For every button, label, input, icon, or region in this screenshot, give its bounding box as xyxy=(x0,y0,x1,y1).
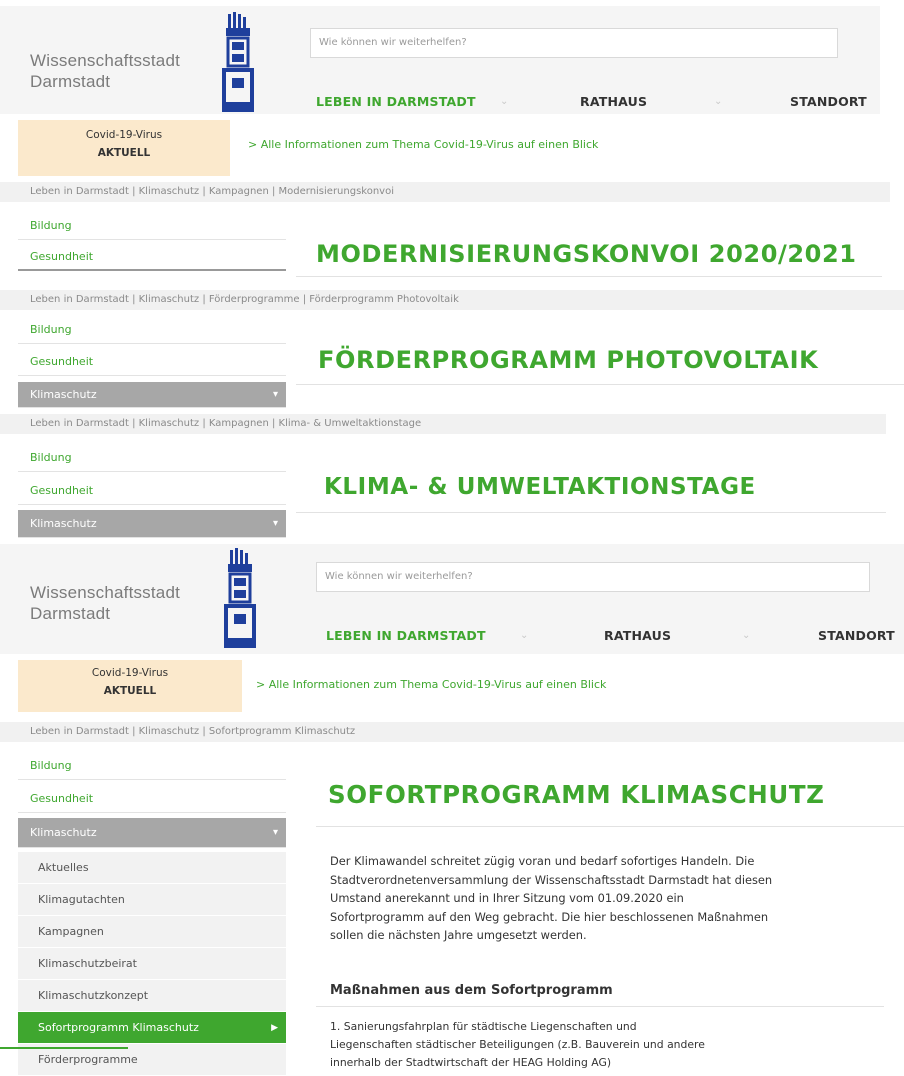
divider xyxy=(296,384,904,385)
chevron-down-icon: ▾ xyxy=(272,389,278,400)
page-title: KLIMA- & UMWELTAKTIONSTAGE xyxy=(324,474,756,500)
sidebar-subitem-aktuelles[interactable]: Aktuelles xyxy=(18,852,286,884)
search-input[interactable]: Wie können wir weiterhelfen? xyxy=(310,28,838,58)
darmstadt-tower-logo[interactable] xyxy=(222,548,258,654)
covid-label-line-2: AKTUELL xyxy=(97,147,151,159)
brand-line-2: Darmstadt xyxy=(30,604,111,623)
sidebar-subitem-klimaschutzkonzept[interactable]: Klimaschutzkonzept xyxy=(18,980,286,1012)
divider xyxy=(296,276,882,277)
page-title: MODERNISIERUNGSKONVOI 2020/2021 xyxy=(316,240,857,268)
chevron-down-icon: ▾ xyxy=(272,827,278,838)
section-heading: Maßnahmen aus dem Sofortprogramm xyxy=(330,983,613,998)
header-panel-bottom: Wissenschaftsstadt Darmstadt Wie können … xyxy=(0,544,904,654)
chevron-down-icon: ⌄ xyxy=(520,630,529,641)
covid-label[interactable]: Covid-19-Virus AKTUELL xyxy=(18,660,242,712)
brand-line-1: Wissenschaftsstadt xyxy=(30,583,181,602)
chevron-down-icon: ⌄ xyxy=(714,96,723,107)
nav-rathaus[interactable]: RATHAUS xyxy=(580,94,647,109)
page-title: SOFORTPROGRAMM KLIMASCHUTZ xyxy=(328,780,825,809)
breadcrumb[interactable]: Leben in Darmstadt | Klimaschutz | Sofor… xyxy=(0,722,904,742)
covid-info-link[interactable]: > Alle Informationen zum Thema Covid-19-… xyxy=(256,678,606,691)
nav-standort[interactable]: STANDORT xyxy=(818,628,895,643)
brand-wordmark[interactable]: Wissenschaftsstadt Darmstadt xyxy=(30,50,180,92)
nav-leben-in-darmstadt[interactable]: LEBEN IN DARMSTADT xyxy=(316,94,476,109)
sidebar-item-bildung[interactable]: Bildung xyxy=(18,316,286,344)
accent-line xyxy=(0,1047,128,1049)
sidebar-subitem-klimagutachten[interactable]: Klimagutachten xyxy=(18,884,286,916)
text-line: Liegenschaften städtischer Beteiligungen… xyxy=(330,1038,705,1051)
sidebar-subitem-sofortprogramm[interactable]: Sofortprogramm Klimaschutz ▶ xyxy=(18,1012,286,1044)
covid-bar-top: Covid-19-Virus AKTUELL > Alle Informatio… xyxy=(0,120,904,176)
divider xyxy=(296,512,886,513)
covid-label-line-1: Covid-19-Virus xyxy=(91,667,169,679)
sidebar-item-gesundheit[interactable]: Gesundheit xyxy=(18,477,286,505)
header-panel-top: Wissenschaftsstadt Darmstadt Wie können … xyxy=(0,6,880,114)
sidebar-item-gesundheit[interactable]: Gesundheit xyxy=(18,785,286,813)
text-line: Sofortprogramm auf den Weg gebracht. Die… xyxy=(330,909,769,924)
sidebar-item-bildung[interactable]: Bildung xyxy=(18,752,286,780)
covid-info-link[interactable]: > Alle Informationen zum Thema Covid-19-… xyxy=(248,138,598,151)
breadcrumb[interactable]: Leben in Darmstadt | Klimaschutz | Kampa… xyxy=(0,182,890,202)
covid-label-line-2: AKTUELL xyxy=(103,685,157,697)
sidebar-item-label: Klimaschutz xyxy=(30,388,97,401)
sidebar-item-bildung[interactable]: Bildung xyxy=(18,444,286,472)
sidebar-item-bildung[interactable]: Bildung xyxy=(18,212,286,240)
sidebar-item-klimaschutz[interactable]: Klimaschutz ▾ xyxy=(18,510,286,538)
text-line: 1. Sanierungsfahrplan für städtische Lie… xyxy=(330,1020,637,1033)
chevron-down-icon: ▾ xyxy=(272,518,278,529)
text-line: Der Klimawandel schreitet zügig voran un… xyxy=(330,854,755,868)
brand-wordmark[interactable]: Wissenschaftsstadt Darmstadt xyxy=(30,582,180,624)
sidebar-item-label: Klimaschutz xyxy=(30,517,97,530)
search-input[interactable]: Wie können wir weiterhelfen? xyxy=(316,562,870,592)
sidebar-subitem-kampagnen[interactable]: Kampagnen xyxy=(18,916,286,948)
sidebar-item-label: Klimaschutz xyxy=(30,826,97,839)
page-title: FÖRDERPROGRAMM PHOTOVOLTAIK xyxy=(318,346,819,374)
covid-bar-bottom: Covid-19-Virus AKTUELL > Alle Informatio… xyxy=(0,660,904,714)
sidebar-subitem-klimaschutzbeirat[interactable]: Klimaschutzbeirat xyxy=(18,948,286,980)
text-line: Stadtverordnetenversammlung der Wissensc… xyxy=(330,872,773,887)
brand-line-1: Wissenschaftsstadt xyxy=(30,51,181,70)
chevron-right-icon: ▶ xyxy=(271,1023,278,1033)
nav-leben-in-darmstadt[interactable]: LEBEN IN DARMSTADT xyxy=(326,628,486,643)
divider xyxy=(316,1006,884,1007)
covid-label[interactable]: Covid-19-Virus AKTUELL xyxy=(18,120,230,176)
nav-rathaus[interactable]: RATHAUS xyxy=(604,628,671,643)
breadcrumb[interactable]: Leben in Darmstadt | Klimaschutz | Förde… xyxy=(0,290,904,310)
measure-item: 1. Sanierungsfahrplan für städtische Lie… xyxy=(330,1018,890,1072)
divider xyxy=(316,826,904,827)
chevron-down-icon: ⌄ xyxy=(500,96,509,107)
text-line: innerhalb der Stadtwirtschaft der HEAG H… xyxy=(330,1056,612,1069)
sidebar-item-klimaschutz[interactable]: Klimaschutz ▾ xyxy=(18,382,286,408)
breadcrumb[interactable]: Leben in Darmstadt | Klimaschutz | Kampa… xyxy=(0,414,886,434)
intro-paragraph: Der Klimawandel schreitet zügig voran un… xyxy=(330,852,890,945)
brand-line-2: Darmstadt xyxy=(30,72,111,91)
darmstadt-tower-logo[interactable] xyxy=(220,12,256,114)
sidebar-item-klimaschutz[interactable]: Klimaschutz ▾ xyxy=(18,818,286,848)
nav-standort[interactable]: STANDORT xyxy=(790,94,867,109)
covid-label-line-1: Covid-19-Virus xyxy=(85,129,163,141)
text-line: sollen die nächsten Jahre umgesetzt werd… xyxy=(330,928,587,943)
text-line: Umstand anerekannt und in Ihrer Sitzung … xyxy=(330,891,684,906)
sidebar-item-label: Sofortprogramm Klimaschutz xyxy=(38,1021,199,1034)
sidebar-item-gesundheit[interactable]: Gesundheit xyxy=(18,348,286,376)
sidebar-item-gesundheit[interactable]: Gesundheit xyxy=(18,243,286,271)
chevron-down-icon: ⌄ xyxy=(742,630,751,641)
